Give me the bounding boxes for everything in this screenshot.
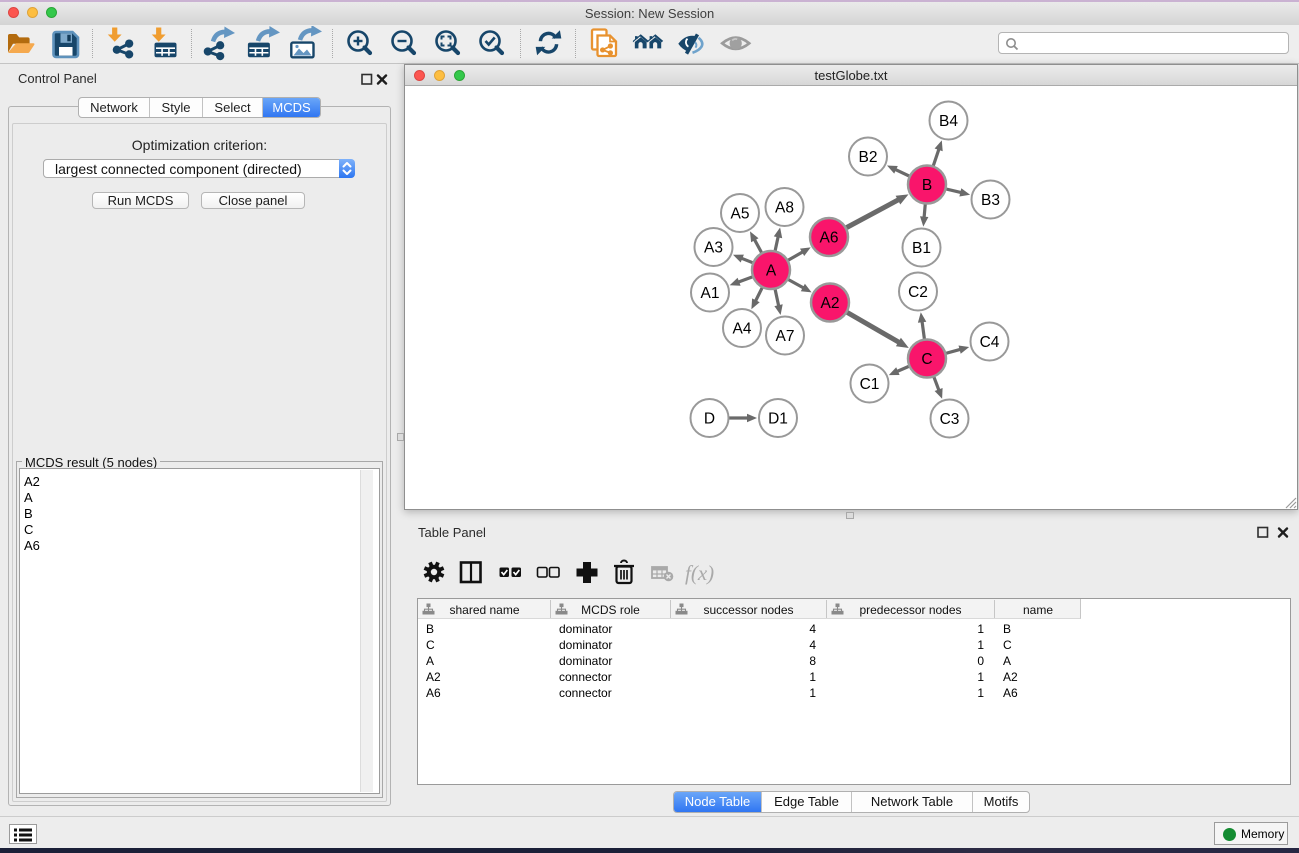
svg-text:C3: C3 [940, 411, 960, 428]
svg-text:B3: B3 [981, 192, 1000, 209]
svg-text:A8: A8 [775, 200, 794, 217]
svg-text:C: C [921, 351, 932, 368]
svg-text:A: A [766, 263, 777, 280]
svg-text:B: B [922, 177, 932, 194]
svg-text:A6: A6 [820, 230, 839, 247]
svg-text:D1: D1 [768, 411, 788, 428]
svg-text:B1: B1 [912, 240, 931, 257]
svg-text:A4: A4 [733, 321, 752, 338]
svg-text:A1: A1 [701, 285, 720, 302]
svg-text:A2: A2 [821, 295, 840, 312]
svg-text:A3: A3 [704, 240, 723, 257]
svg-text:D: D [704, 411, 715, 428]
svg-text:A5: A5 [731, 206, 750, 223]
svg-text:C2: C2 [908, 284, 928, 301]
svg-text:A7: A7 [776, 328, 795, 345]
svg-text:B2: B2 [859, 149, 878, 166]
svg-text:B4: B4 [939, 113, 958, 130]
svg-text:C1: C1 [860, 376, 880, 393]
svg-text:C4: C4 [980, 334, 1000, 351]
